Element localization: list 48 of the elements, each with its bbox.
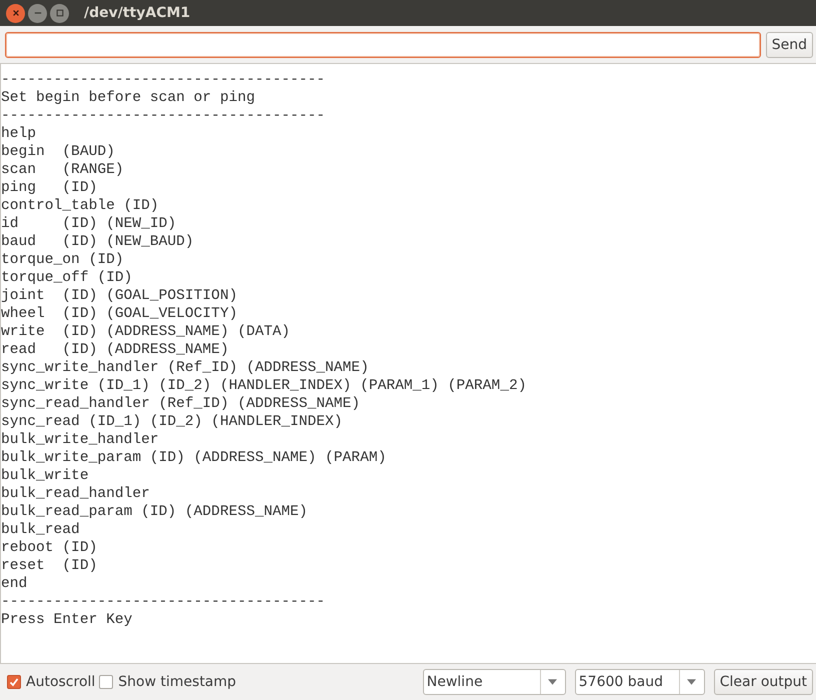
output-line: torque_off (ID) [1, 269, 132, 287]
output-line: bulk_read_handler [1, 485, 150, 503]
output-line: sync_write_handler (Ref_ID) (ADDRESS_NAME) [1, 359, 369, 377]
output-line: reboot (ID) [1, 539, 98, 557]
output-line: bulk_write [1, 467, 89, 485]
line-ending-dropdown[interactable]: Newline [422, 669, 566, 695]
output-line: wheel (ID) (GOAL_VELOCITY) [1, 305, 238, 323]
output-line: sync_write (ID_1) (ID_2) (HANDLER_INDEX) (PARAM_1) (PARAM_2) [1, 377, 526, 395]
output-line: bulk_write_handler [1, 431, 159, 449]
output-line: write (ID) (ADDRESS_NAME) (DATA) [1, 323, 290, 341]
output-line: help [1, 125, 36, 143]
output-line: end [1, 575, 28, 593]
output-line: Press Enter Key [1, 611, 132, 629]
close-button[interactable] [6, 4, 25, 22]
output-line: bulk_read_param (ID) (ADDRESS_NAME) [1, 503, 308, 521]
output-line: ping (ID) [1, 179, 98, 197]
output-line: torque_on (ID) [1, 251, 124, 269]
clear-output-button[interactable]: Clear output [714, 669, 813, 695]
output-line: reset (ID) [1, 557, 98, 575]
output-line: sync_read (ID_1) (ID_2) (HANDLER_INDEX) [1, 413, 343, 431]
output-line: scan (RANGE) [1, 161, 124, 179]
minimize-button[interactable] [28, 4, 47, 22]
output-line: joint (ID) (GOAL_POSITION) [1, 287, 238, 305]
output-line: begin (BAUD) [1, 143, 115, 161]
dropdown-arrow-icon [548, 679, 558, 685]
checkbox-label: Autoscroll [26, 674, 96, 690]
output-line: control_table (ID) [1, 197, 159, 215]
maximize-icon [56, 9, 64, 17]
checkbox-label: Show timestamp [118, 674, 236, 690]
dropdown-arrow-icon [687, 679, 696, 685]
checkbox[interactable] [99, 675, 114, 689]
output-line: bulk_write_param (ID) (ADDRESS_NAME) (PARAM) [1, 449, 386, 467]
checkbox[interactable] [7, 675, 21, 689]
input-field[interactable] [5, 32, 761, 58]
output-line: ------------------------------------- [1, 107, 326, 125]
output-line: ------------------------------------- [1, 71, 326, 89]
output-line: read (ID) (ADDRESS_NAME) [1, 341, 229, 359]
output-line: sync_read_handler (Ref_ID) (ADDRESS_NAME) [1, 395, 360, 413]
window-title: /dev/ttyACM1 [84, 5, 190, 21]
output-line: baud (ID) (NEW_BAUD) [1, 233, 194, 251]
close-icon [12, 9, 20, 17]
output-line: Set begin before scan or ping [1, 89, 255, 107]
output-line: ------------------------------------- [1, 593, 326, 611]
output-line: id (ID) (NEW_ID) [1, 215, 176, 233]
output-line: bulk_read [1, 521, 80, 539]
send-button[interactable]: Send [766, 32, 813, 58]
baud-rate-dropdown[interactable]: 57600 baud [574, 669, 705, 695]
maximize-button[interactable] [50, 4, 69, 22]
